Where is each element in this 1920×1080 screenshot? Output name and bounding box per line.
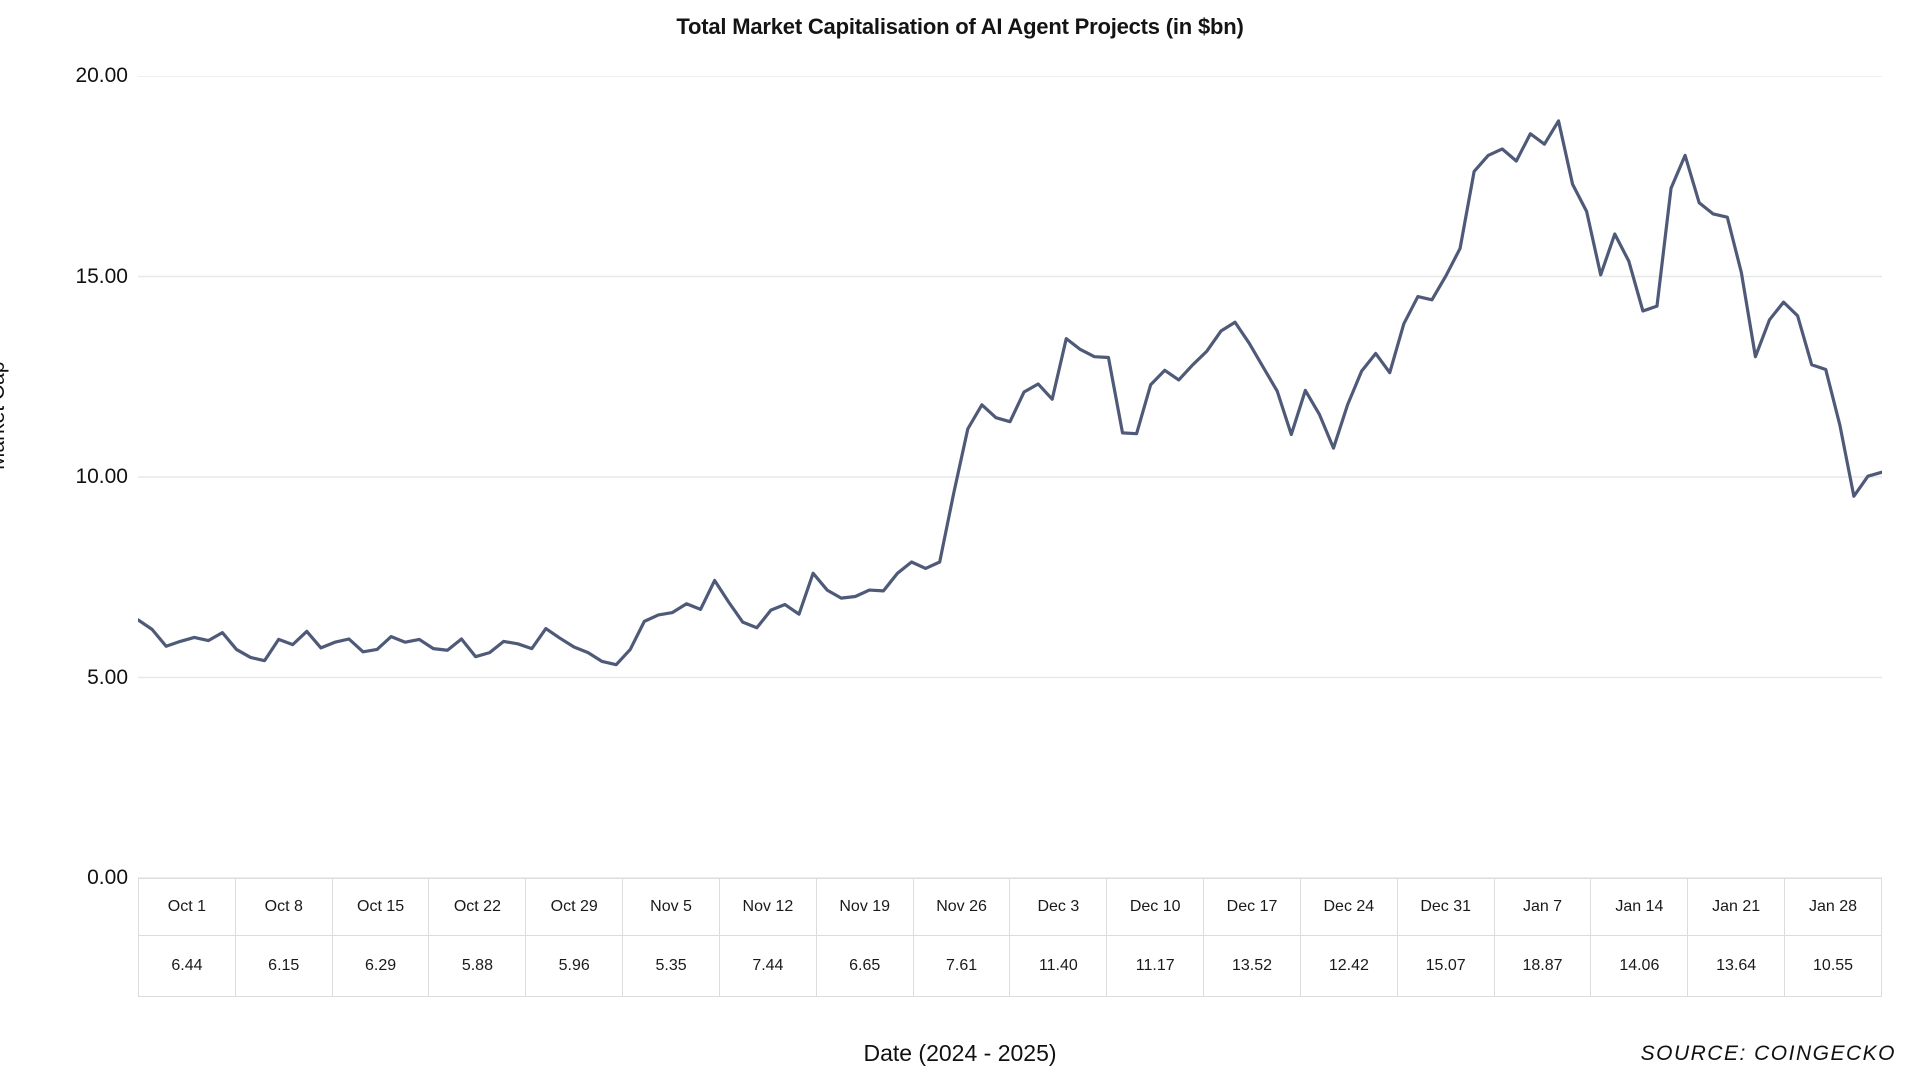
table-cell-date: Nov 5: [622, 878, 720, 936]
table-cell-date: Jan 7: [1493, 878, 1592, 936]
table-cell-value: 5.96: [525, 935, 624, 997]
plot-area: [138, 76, 1882, 878]
y-tick-label: 0.00: [87, 866, 128, 889]
table-cell-value: 11.40: [1009, 935, 1108, 997]
source-note: SOURCE: COINGECKO: [1640, 1042, 1896, 1065]
chart-root: Total Market Capitalisation of AI Agent …: [0, 0, 1920, 1080]
table-cell-value: 10.55: [1784, 935, 1882, 997]
table-cell-date: Oct 8: [234, 878, 333, 936]
table-row-dates: Oct 1 Oct 8 Oct 15 Oct 22 Oct 29 Nov 5 Nov 12 N…: [138, 878, 1882, 936]
table-cell-date: Oct 22: [428, 878, 527, 936]
table-cell-value: 6.44: [138, 935, 236, 997]
table-cell-date: Dec 31: [1396, 878, 1495, 936]
table-cell-value: 18.87: [1493, 935, 1592, 997]
data-line-series: [138, 119, 1882, 667]
table-cell-date: Jan 28: [1784, 878, 1882, 936]
table-cell-date: Dec 17: [1203, 878, 1301, 936]
table-cell-value: 12.42: [1299, 935, 1398, 997]
y-tick-label: 10.00: [75, 465, 128, 488]
table-cell-value: 13.64: [1687, 935, 1786, 997]
table-cell-date: Oct 29: [525, 878, 624, 936]
y-axis-title: Market Cap: [0, 361, 9, 470]
table-cell-value: 6.15: [234, 935, 333, 997]
data-table: Oct 1 Oct 8 Oct 15 Oct 22 Oct 29 Nov 5 Nov 12 N…: [138, 878, 1882, 997]
table-cell-value: 15.07: [1396, 935, 1495, 997]
table-cell-date: Dec 10: [1106, 878, 1205, 936]
x-axis-title: Date (2024 - 2025): [863, 1040, 1057, 1066]
table-cell-date: Oct 1: [138, 878, 236, 936]
y-tick-label: 20.00: [75, 64, 128, 87]
table-cell-date: Nov 12: [718, 878, 817, 936]
table-cell-value: 6.65: [815, 935, 914, 997]
table-cell-value: 13.52: [1203, 935, 1301, 997]
table-cell-value: 5.35: [622, 935, 720, 997]
table-cell-date: Dec 3: [1009, 878, 1108, 936]
y-tick-label: 5.00: [87, 665, 128, 689]
table-cell-value: 6.29: [331, 935, 430, 997]
table-cell-value: 14.06: [1590, 935, 1689, 997]
table-cell-date: Jan 14: [1590, 878, 1689, 936]
gridlines: [138, 76, 1882, 878]
table-cell-value: 7.44: [718, 935, 817, 997]
y-tick-label: 15.00: [75, 264, 128, 288]
table-row-values: 6.44 6.15 6.29 5.88 5.96 5.35 7.44 6.65 7.61 11.4…: [138, 935, 1882, 997]
table-cell-date: Jan 21: [1687, 878, 1786, 936]
table-cell-date: Nov 26: [912, 878, 1011, 936]
table-cell-date: Dec 24: [1299, 878, 1398, 936]
table-cell-value: 7.61: [912, 935, 1011, 997]
line-chart-svg: [138, 76, 1882, 878]
table-cell-value: 11.17: [1106, 935, 1205, 997]
table-cell-value: 5.88: [428, 935, 527, 997]
table-cell-date: Nov 19: [815, 878, 914, 936]
table-cell-date: Oct 15: [331, 878, 430, 936]
